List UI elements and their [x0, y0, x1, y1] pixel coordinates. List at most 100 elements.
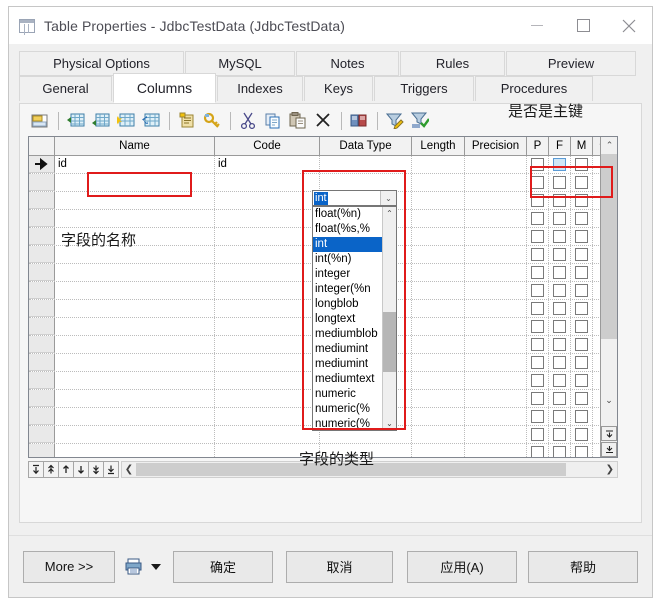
cell-length[interactable]	[412, 408, 465, 425]
cell-code[interactable]	[215, 228, 320, 245]
cell-code[interactable]	[215, 354, 320, 371]
cell-length[interactable]	[412, 372, 465, 389]
cell-name[interactable]	[55, 318, 215, 335]
row-marker-selected[interactable]	[29, 156, 55, 173]
cell-name[interactable]	[55, 390, 215, 407]
dropdown-option[interactable]: longblob	[313, 297, 382, 312]
cell-precision[interactable]	[465, 390, 527, 407]
cell-code[interactable]	[215, 390, 320, 407]
cell-p[interactable]	[527, 210, 549, 227]
columns-grid[interactable]: Name Code Data Type Length Precision P F…	[28, 136, 618, 458]
print-icon[interactable]	[125, 558, 143, 576]
paste-icon[interactable]	[286, 109, 310, 133]
cell-length[interactable]	[412, 390, 465, 407]
tab-preview[interactable]: Preview	[506, 51, 636, 76]
cell-precision[interactable]	[465, 156, 527, 173]
checkbox-p[interactable]	[531, 230, 544, 243]
cell-length[interactable]	[412, 426, 465, 443]
scroll-up-arrow[interactable]: ⌃	[601, 137, 617, 154]
cell-name[interactable]	[55, 282, 215, 299]
cut-icon[interactable]	[236, 109, 260, 133]
checkbox-p[interactable]	[531, 428, 544, 441]
dropdown-option[interactable]: longtext	[313, 312, 382, 327]
cell-m[interactable]	[571, 408, 593, 425]
checkbox-f[interactable]	[553, 374, 566, 387]
cell-name[interactable]	[55, 192, 215, 209]
row-marker[interactable]	[29, 282, 55, 299]
dropdown-option[interactable]: mediumint	[313, 342, 382, 357]
up-icon[interactable]	[58, 461, 74, 478]
cancel-button[interactable]: 取消	[286, 550, 393, 583]
row-marker[interactable]	[29, 228, 55, 245]
row-marker[interactable]	[29, 210, 55, 227]
dropdown-options[interactable]: float(%n) float(%s,% int int(%n) integer inte…	[313, 207, 382, 430]
checkbox-m[interactable]	[575, 284, 588, 297]
cell-name[interactable]	[55, 426, 215, 443]
checkbox-f[interactable]	[553, 302, 566, 315]
add-row-icon[interactable]	[89, 109, 113, 133]
tab-rules[interactable]: Rules	[400, 51, 505, 76]
row-marker[interactable]	[29, 318, 55, 335]
checkbox-f[interactable]	[553, 356, 566, 369]
cell-precision[interactable]	[465, 192, 527, 209]
cell-precision[interactable]	[465, 282, 527, 299]
dropdown-option[interactable]: mediumint	[313, 357, 382, 372]
cell-f[interactable]	[549, 192, 571, 209]
dropdown-option[interactable]: numeric(%	[313, 402, 382, 417]
cell-code[interactable]	[215, 282, 320, 299]
cell-p[interactable]	[527, 282, 549, 299]
checkbox-m[interactable]	[575, 446, 588, 457]
checkbox-p[interactable]	[531, 176, 544, 189]
cell-p[interactable]	[527, 390, 549, 407]
dropdown-option[interactable]: numeric	[313, 387, 382, 402]
cell-m[interactable]	[571, 372, 593, 389]
cell-length[interactable]	[412, 336, 465, 353]
dropdown-option[interactable]: mediumblob	[313, 327, 382, 342]
cell-m[interactable]	[571, 210, 593, 227]
dropdown-option[interactable]: mediumtext	[313, 372, 382, 387]
cell-primary-key[interactable]	[527, 156, 549, 173]
row-marker[interactable]	[29, 444, 55, 457]
close-button[interactable]	[606, 7, 652, 45]
cell-f[interactable]	[549, 318, 571, 335]
insert-row-icon[interactable]	[64, 109, 88, 133]
checkbox-f[interactable]	[553, 338, 566, 351]
cell-f[interactable]	[549, 300, 571, 317]
cell-p[interactable]	[527, 192, 549, 209]
dropdown-option[interactable]: numeric(%	[313, 417, 382, 430]
cell-name[interactable]	[55, 174, 215, 191]
cell-code[interactable]	[215, 408, 320, 425]
cell-code[interactable]	[215, 210, 320, 227]
cell-f[interactable]	[549, 174, 571, 191]
checkbox-f[interactable]	[553, 284, 566, 297]
dropdown-option[interactable]: int(%n)	[313, 252, 382, 267]
cell-m[interactable]	[571, 174, 593, 191]
cell-name[interactable]	[55, 408, 215, 425]
checkbox-m[interactable]	[575, 410, 588, 423]
cell-f[interactable]	[549, 354, 571, 371]
dropdown-option[interactable]: float(%n)	[313, 207, 382, 222]
cell-name[interactable]	[55, 372, 215, 389]
help-button[interactable]: 帮助	[528, 550, 638, 583]
key-icon[interactable]	[200, 109, 224, 133]
cell-foreign-key[interactable]	[549, 156, 571, 173]
cell-m[interactable]	[571, 336, 593, 353]
cell-precision[interactable]	[465, 174, 527, 191]
checkbox-m[interactable]	[575, 338, 588, 351]
checkbox-f[interactable]	[553, 320, 566, 333]
copy-icon[interactable]	[261, 109, 285, 133]
cell-precision[interactable]	[465, 408, 527, 425]
filter-edit-icon[interactable]	[383, 109, 407, 133]
notes-icon[interactable]	[175, 109, 199, 133]
row-marker[interactable]	[29, 246, 55, 263]
grid-header-precision[interactable]: Precision	[465, 137, 527, 155]
properties-icon[interactable]	[28, 109, 52, 133]
grid-header-length[interactable]: Length	[412, 137, 465, 155]
dropdown-scrollbar[interactable]: ⌃ ⌄	[382, 207, 396, 430]
cell-p[interactable]	[527, 174, 549, 191]
cell-p[interactable]	[527, 426, 549, 443]
cell-f[interactable]	[549, 246, 571, 263]
cell-length[interactable]	[412, 246, 465, 263]
cell-m[interactable]	[571, 318, 593, 335]
cell-f[interactable]	[549, 444, 571, 457]
